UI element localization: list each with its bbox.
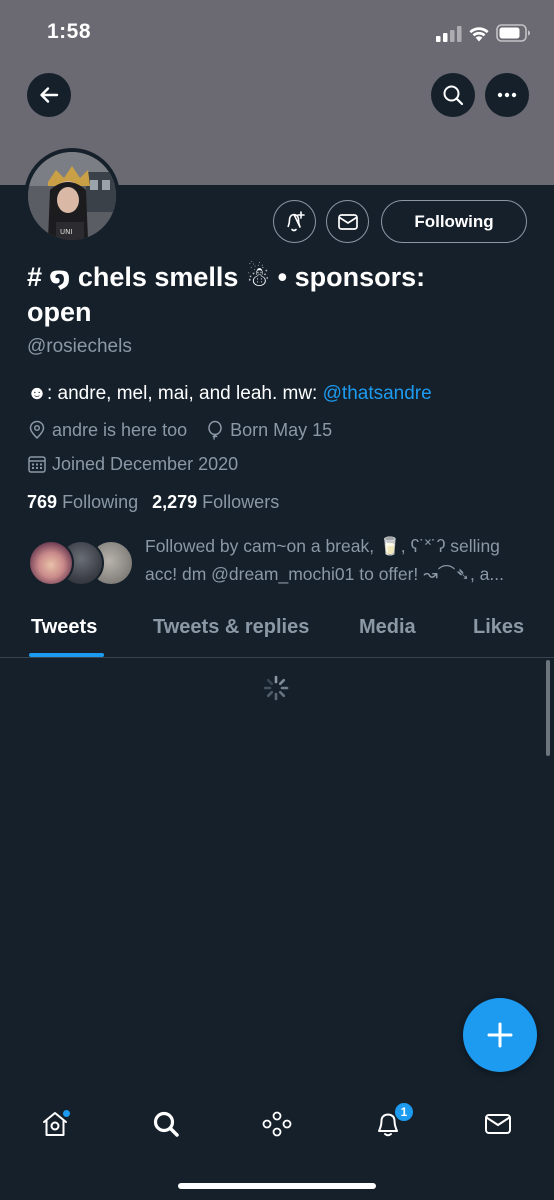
profile-tabs: Tweets Tweets & replies Media Likes <box>0 606 554 658</box>
birthday: Born May 15 <box>205 420 332 441</box>
profile-meta-row: andre is here too Born May 15 <box>27 418 350 442</box>
following-count: 769 <box>27 492 58 512</box>
follow-counts: 769 Following 2,279 Followers <box>27 492 279 513</box>
search-icon <box>443 85 464 106</box>
balloon-icon <box>208 420 222 440</box>
nav-home[interactable] <box>33 1102 77 1146</box>
back-button[interactable] <box>27 73 71 117</box>
profile-bio: ☻: andre, mel, mai, and leah. mw: @thats… <box>27 383 432 405</box>
followers-count: 2,279 <box>152 492 198 512</box>
search-icon <box>153 1111 179 1137</box>
followed-by-text[interactable]: Followed by cam~on a break, 🥛, ʕ˙˟˙ʔ sel… <box>145 532 535 588</box>
location-text: andre is here too <box>52 419 188 440</box>
following-button[interactable]: Following <box>381 200 527 243</box>
tab-tweets-and-replies[interactable]: Tweets & replies <box>153 616 309 639</box>
active-tab-indicator <box>29 653 104 657</box>
location-pin-icon <box>29 420 45 440</box>
following-count-link[interactable]: 769 Following <box>27 492 138 512</box>
birthday-text: Born May 15 <box>230 419 333 440</box>
display-name: # ໑ chels smells ☃︎ • sponsors: open <box>27 262 426 327</box>
profile-search-button[interactable] <box>431 73 475 117</box>
plus-icon <box>487 1022 513 1048</box>
envelope-icon <box>337 213 358 230</box>
joined-row: Joined December 2020 <box>27 452 238 476</box>
home-indicator[interactable] <box>178 1183 376 1189</box>
more-options-button[interactable] <box>485 73 529 117</box>
bell-plus-icon <box>286 210 305 231</box>
cellular-signal-icon <box>436 26 462 42</box>
nav-spaces[interactable] <box>255 1102 299 1146</box>
status-bar: 1:58 <box>0 0 554 66</box>
scrollbar[interactable] <box>546 660 550 756</box>
compose-tweet-button[interactable] <box>463 998 537 1072</box>
location: andre is here too <box>27 420 187 441</box>
followers-count-link[interactable]: 2,279 Followers <box>152 492 279 512</box>
followed-by-avatars[interactable] <box>28 540 134 586</box>
profile-avatar[interactable]: UNI <box>24 148 120 244</box>
more-dots-icon <box>497 92 517 98</box>
spaces-icon <box>262 1111 292 1137</box>
follower-avatar <box>28 540 74 586</box>
avatar-photo: UNI <box>28 152 116 240</box>
message-button[interactable] <box>326 200 369 243</box>
joined-text: Joined December 2020 <box>52 453 239 474</box>
nav-messages[interactable] <box>476 1102 520 1146</box>
battery-icon <box>496 24 530 42</box>
profile-screen: 1:58 UNI Following # ໑ chels smells ☃︎ •… <box>0 0 554 1200</box>
status-time: 1:58 <box>47 20 92 43</box>
tab-likes[interactable]: Likes <box>473 616 524 639</box>
wifi-icon <box>469 27 489 42</box>
following-label: Following <box>62 492 139 512</box>
nav-search[interactable] <box>144 1102 188 1146</box>
messages-envelope-icon <box>485 1114 511 1134</box>
notification-badge: 1 <box>394 1102 414 1122</box>
loading-spinner-icon <box>263 675 289 701</box>
tab-media[interactable]: Media <box>359 616 416 639</box>
bio-mention-link[interactable]: @thatsandre <box>323 383 432 404</box>
bio-text: ☻: andre, mel, mai, and leah. mw: <box>27 383 323 404</box>
tab-tweets[interactable]: Tweets <box>31 616 97 639</box>
profile-handle: @rosiechels <box>27 336 132 357</box>
home-new-dot <box>62 1109 71 1118</box>
nav-notifications[interactable]: 1 <box>366 1102 414 1146</box>
notify-button[interactable] <box>273 200 316 243</box>
calendar-icon <box>28 456 46 473</box>
svg-text:UNI: UNI <box>60 228 72 236</box>
back-arrow-icon <box>40 87 59 103</box>
followers-label: Followers <box>202 492 280 512</box>
